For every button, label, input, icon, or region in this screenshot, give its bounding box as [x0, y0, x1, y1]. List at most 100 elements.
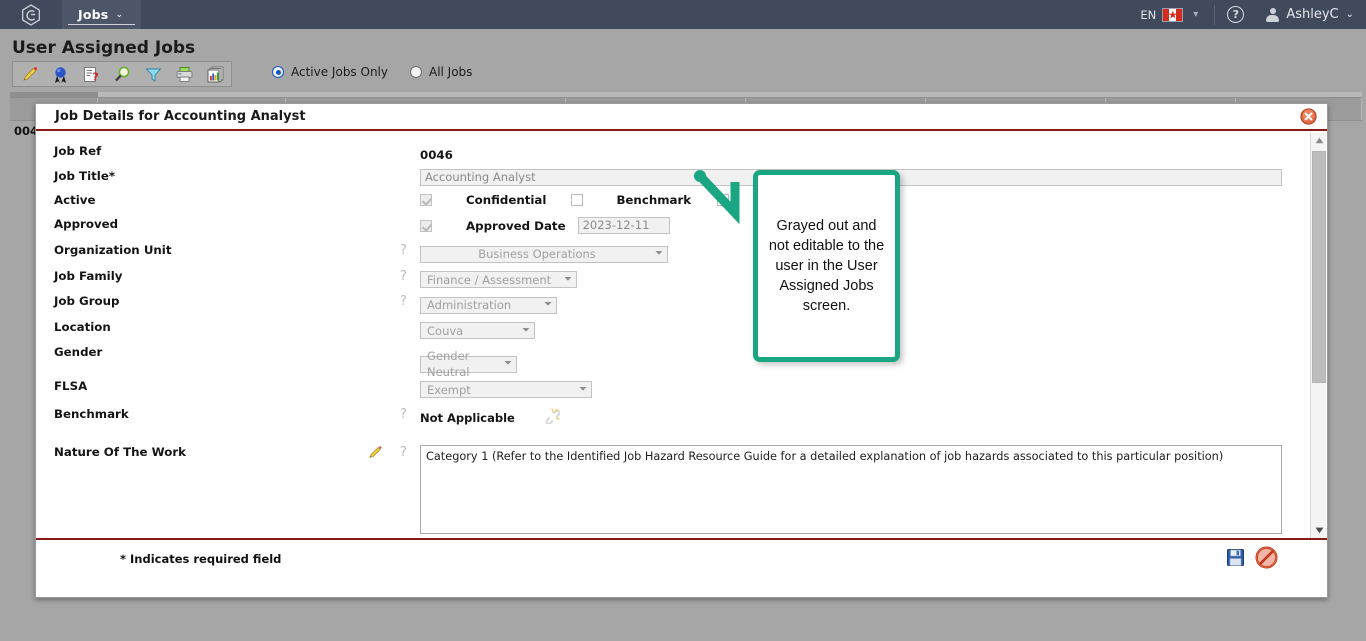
select-location[interactable]: Couva ⏷	[420, 322, 535, 339]
label-confidential: Confidential	[466, 193, 547, 207]
svg-text:?: ?	[92, 70, 98, 83]
select-organization-unit[interactable]: Business Operations ⏷	[420, 245, 668, 263]
chevron-down-icon: ⌄	[115, 9, 124, 20]
app-logo[interactable]	[0, 0, 62, 29]
top-navigation-bar: Jobs ⌄ EN ★ ▾ ? AshleyC ⌄	[0, 0, 1366, 29]
select-job-group-value: Administration	[427, 298, 512, 312]
required-field-note: * Indicates required field	[120, 552, 282, 566]
form-row-gender: Gender Gender Neutral ⏷	[36, 345, 1306, 379]
award-ribbon-icon[interactable]	[50, 64, 70, 84]
help-question-icon[interactable]: ?	[1227, 6, 1245, 23]
form-row-flsa: FLSA Exempt ⏷	[36, 378, 1306, 398]
select-job-family-value: Finance / Assessment	[427, 272, 552, 287]
select-gender[interactable]: Gender Neutral ⏷	[420, 349, 517, 379]
form-row-organization-unit: Organization Unit ? Business Operations …	[36, 243, 1306, 263]
dialog-title: Job Details for Accounting Analyst	[55, 109, 306, 124]
select-location-value: Couva	[427, 323, 464, 338]
form-row-active: Active Confidential Benchmark	[36, 193, 1306, 208]
select-organization-unit-value: Business Operations	[478, 247, 596, 261]
value-job-ref: 0046	[420, 148, 453, 162]
label-job-family: Job Family	[54, 268, 123, 283]
textarea-nature-of-work[interactable]: Category 1 (Refer to the Identified Job …	[420, 445, 1282, 534]
label-job-ref: Job Ref	[54, 144, 102, 158]
checkbox-active[interactable]	[420, 194, 432, 206]
help-question-marker-organization-unit[interactable]: ?	[400, 243, 420, 258]
dialog-vertical-scrollbar[interactable]	[1310, 133, 1326, 538]
scroll-up-arrow-icon[interactable]	[1311, 133, 1327, 148]
dialog-title-bar: Job Details for Accounting Analyst	[36, 104, 1327, 131]
form-row-job-group: Job Group ? Administration ⏷	[36, 294, 1306, 314]
edit-pencil-icon[interactable]	[367, 445, 384, 460]
page-toolbar: ?	[12, 61, 232, 87]
help-question-marker-job-group[interactable]: ?	[400, 294, 420, 309]
user-menu[interactable]: AshleyC ⌄	[1266, 7, 1354, 22]
page-header: User Assigned Jobs ? Active Jobs Only Al…	[0, 29, 1366, 92]
label-job-title-text: Job Title*	[54, 169, 115, 183]
job-details-form: Job Ref 0046 Job Title* Accounting Analy…	[36, 133, 1306, 538]
chevron-down-icon: ⏷	[504, 358, 512, 369]
radio-active-jobs-only-label: Active Jobs Only	[291, 65, 388, 79]
radio-all-jobs[interactable]: All Jobs	[409, 65, 473, 79]
broken-link-icon[interactable]	[543, 407, 561, 428]
filter-funnel-icon[interactable]	[143, 64, 163, 84]
radio-active-jobs-only-dot	[272, 66, 284, 78]
topbar-right-cluster: EN ★ ▾ ? AshleyC ⌄	[1140, 0, 1366, 29]
dialog-footer: * Indicates required field	[36, 538, 1327, 597]
form-row-nature-of-work: Nature Of The Work ? Category 1 (Refer t…	[36, 445, 1306, 534]
input-approved-date[interactable]: 2023-12-11	[577, 217, 670, 234]
document-question-icon[interactable]: ?	[81, 64, 101, 84]
cancel-forbidden-icon[interactable]	[1255, 546, 1278, 573]
dialog-body: Job Ref 0046 Job Title* Accounting Analy…	[36, 133, 1327, 538]
language-label: EN	[1140, 7, 1157, 22]
value-benchmark: Not Applicable	[420, 410, 515, 425]
scroll-down-arrow-icon[interactable]	[1311, 523, 1327, 538]
label-benchmark-top: Benchmark	[616, 193, 692, 207]
language-selector[interactable]: EN ★	[1140, 7, 1184, 22]
help-question-marker-benchmark[interactable]: ?	[400, 407, 420, 422]
scrollbar-thumb[interactable]	[1312, 151, 1326, 383]
job-details-dialog: Job Details for Accounting Analyst Job R…	[35, 103, 1328, 598]
reports-chart-icon[interactable]	[205, 64, 225, 84]
close-x-icon[interactable]	[1300, 108, 1317, 125]
chevron-down-icon: ⏷	[655, 248, 663, 259]
label-active: Active	[54, 193, 96, 207]
user-name-label: AshleyC	[1286, 7, 1339, 22]
label-gender: Gender	[54, 345, 103, 359]
topbar-divider	[1214, 4, 1216, 25]
form-row-job-family: Job Family ? Finance / Assessment ⏷	[36, 268, 1306, 288]
select-job-family[interactable]: Finance / Assessment ⏷	[420, 271, 577, 288]
annotation-callout-text: Grayed out and not editable to the user …	[768, 218, 885, 314]
nav-tab-jobs-label: Jobs	[78, 7, 109, 22]
printer-icon[interactable]	[174, 64, 194, 84]
annotation-callout: Grayed out and not editable to the user …	[753, 170, 900, 362]
dialog-action-icons	[1226, 546, 1278, 573]
form-row-job-title: Job Title* Accounting Analyst	[36, 169, 1306, 186]
select-job-group[interactable]: Administration ⏷	[420, 296, 557, 314]
user-avatar-icon	[1266, 7, 1280, 22]
form-row-location: Location Couva ⏷	[36, 320, 1306, 339]
checkbox-approved[interactable]	[420, 219, 432, 232]
help-question-marker-job-family[interactable]: ?	[400, 269, 420, 284]
page-title: User Assigned Jobs	[12, 38, 196, 58]
floppy-save-icon[interactable]	[1226, 548, 1245, 571]
radio-active-jobs-only[interactable]: Active Jobs Only	[272, 65, 388, 79]
topbar-dropdown-caret-icon[interactable]: ▾	[1193, 9, 1198, 20]
checkbox-confidential[interactable]	[571, 194, 584, 206]
help-question-marker-nature-of-work[interactable]: ?	[400, 445, 420, 460]
label-flsa: FLSA	[54, 378, 88, 393]
chevron-down-icon: ⏷	[564, 273, 572, 285]
radio-all-jobs-label: All Jobs	[428, 65, 473, 79]
edit-pencil-icon[interactable]	[19, 64, 39, 84]
job-filter-radio-group: Active Jobs Only All Jobs	[272, 65, 472, 79]
select-flsa[interactable]: Exempt ⏷	[420, 381, 592, 398]
chevron-down-icon: ⏷	[544, 299, 552, 310]
label-organization-unit: Organization Unit	[54, 243, 172, 257]
label-job-group: Job Group	[54, 294, 120, 308]
magnifier-search-icon[interactable]	[112, 64, 132, 84]
select-gender-value: Gender Neutral	[427, 349, 470, 379]
form-row-job-ref: Job Ref 0046	[36, 144, 1306, 163]
label-benchmark: Benchmark	[54, 407, 129, 421]
nav-tab-jobs[interactable]: Jobs ⌄	[62, 0, 142, 29]
chevron-down-icon: ⏷	[522, 324, 530, 336]
form-row-benchmark: Benchmark ? Not Applicable	[36, 407, 1306, 428]
